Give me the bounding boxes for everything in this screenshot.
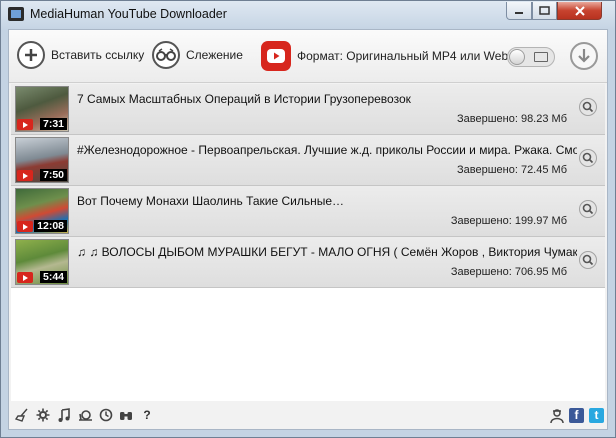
- close-button[interactable]: [557, 2, 602, 20]
- minimize-button[interactable]: [506, 2, 532, 20]
- video-title: 7 Самых Масштабных Операций в Истории Гр…: [77, 92, 411, 106]
- close-icon: [574, 5, 585, 16]
- video-title: ♫ ♫ ВОЛОСЫ ДЫБОМ МУРАШКИ БЕГУТ - МАЛО ОГ…: [77, 245, 577, 259]
- film-icon: [534, 52, 548, 62]
- main-panel: Вставить ссылку Слежение Формат: Оригина…: [8, 29, 608, 430]
- download-status: Завершено: 199.97 Мб: [450, 215, 567, 227]
- youtube-badge-icon: [17, 272, 33, 283]
- title-bar[interactable]: MediaHuman YouTube Downloader: [1, 1, 615, 29]
- plus-icon: [17, 41, 45, 69]
- list-item[interactable]: 5:44 ♫ ♫ ВОЛОСЫ ДЫБОМ МУРАШКИ БЕГУТ - МА…: [11, 237, 605, 288]
- download-status: Завершено: 706.95 Мб: [450, 266, 567, 278]
- video-thumbnail[interactable]: 12:08: [15, 188, 69, 234]
- video-duration: 7:31: [39, 118, 67, 130]
- user-icon[interactable]: [549, 408, 565, 424]
- broom-icon[interactable]: [14, 408, 29, 422]
- video-duration: 7:50: [39, 169, 67, 181]
- gear-icon[interactable]: [36, 408, 50, 422]
- download-list: 7:31 7 Самых Масштабных Операций в Истор…: [11, 84, 605, 401]
- search-icon[interactable]: [579, 149, 597, 167]
- download-all-button[interactable]: [570, 42, 598, 70]
- search-icon[interactable]: [579, 200, 597, 218]
- music-note-icon[interactable]: [57, 408, 71, 422]
- youtube-badge-icon: [17, 119, 33, 130]
- video-duration: 5:44: [39, 271, 67, 283]
- minimize-icon: [515, 11, 523, 14]
- list-item[interactable]: 7:50 #Железнодорожное - Первоапрельская.…: [11, 135, 605, 186]
- download-status: Завершено: 72.45 Мб: [456, 164, 567, 176]
- tracking-button[interactable]: Слежение: [152, 41, 243, 69]
- snail-icon[interactable]: [78, 408, 92, 422]
- download-status: Завершено: 98.23 Мб: [456, 113, 567, 125]
- maximize-button[interactable]: [532, 2, 557, 20]
- app-window: MediaHuman YouTube Downloader Вставить с…: [0, 0, 616, 438]
- video-thumbnail[interactable]: 7:50: [15, 137, 69, 183]
- format-button[interactable]: Формат: Оригинальный MP4 или WebM: [261, 41, 518, 71]
- search-icon[interactable]: [579, 251, 597, 269]
- video-mode-toggle[interactable]: [507, 47, 555, 67]
- window-title: MediaHuman YouTube Downloader: [30, 7, 227, 21]
- format-label: Формат: Оригинальный MP4 или WebM: [297, 49, 519, 63]
- video-duration: 12:08: [34, 220, 67, 232]
- help-icon[interactable]: ?: [140, 408, 154, 422]
- list-item[interactable]: 12:08 Вот Почему Монахи Шаолинь Такие Си…: [11, 186, 605, 237]
- binoculars-small-icon[interactable]: [119, 408, 133, 422]
- toggle-knob: [509, 49, 525, 65]
- youtube-icon: [261, 41, 291, 71]
- status-bar: ? f t: [9, 401, 607, 429]
- video-thumbnail[interactable]: 7:31: [15, 86, 69, 132]
- binoculars-icon: [152, 41, 180, 69]
- add-link-label: Вставить ссылку: [51, 48, 145, 62]
- app-icon[interactable]: [8, 7, 24, 21]
- add-link-button[interactable]: Вставить ссылку: [17, 41, 144, 69]
- search-icon[interactable]: [579, 98, 597, 116]
- arrow-down-icon: [578, 49, 590, 63]
- toolbar: Вставить ссылку Слежение Формат: Оригина…: [9, 30, 607, 83]
- twitter-icon[interactable]: t: [589, 408, 604, 423]
- youtube-badge-icon: [17, 170, 33, 181]
- tracking-label: Слежение: [186, 48, 243, 62]
- video-thumbnail[interactable]: 5:44: [15, 239, 69, 285]
- maximize-icon: [539, 6, 550, 15]
- facebook-icon[interactable]: f: [569, 408, 584, 423]
- clock-icon[interactable]: [99, 408, 113, 422]
- youtube-badge-icon: [17, 221, 33, 232]
- video-title: #Железнодорожное - Первоапрельская. Лучш…: [77, 143, 577, 157]
- video-title: Вот Почему Монахи Шаолинь Такие Сильные…: [77, 194, 345, 208]
- list-item[interactable]: 7:31 7 Самых Масштабных Операций в Истор…: [11, 84, 605, 135]
